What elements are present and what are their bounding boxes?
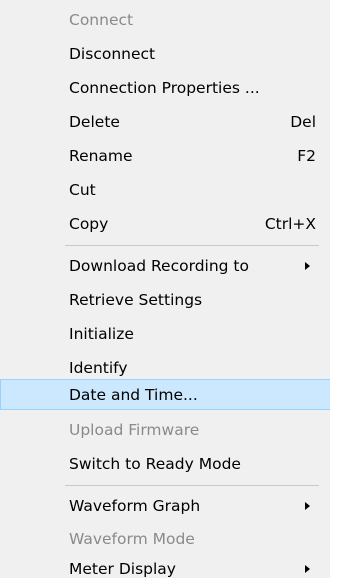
menu-item-meter-display[interactable]: Meter Display <box>0 552 330 586</box>
background <box>330 0 362 578</box>
menu-item-connection-properties[interactable]: Connection Properties ... <box>0 71 330 105</box>
submenu-arrow-icon <box>305 565 310 573</box>
menu-item-upload-firmware[interactable]: Upload Firmware <box>0 413 330 447</box>
menu-item-connect[interactable]: Connect <box>0 3 330 37</box>
menu-item-date-and-time[interactable]: Date and Time... <box>0 379 331 410</box>
menu-item-label: Date and Time... <box>69 385 198 404</box>
menu-item-waveform-mode[interactable]: Waveform Mode <box>0 522 330 556</box>
shortcut-label: Ctrl+X <box>264 215 316 233</box>
menu-item-label: Identify <box>69 359 128 377</box>
shortcut-label: F2 <box>297 147 316 165</box>
menu-item-label: Delete <box>69 113 120 131</box>
menu-item-waveform-graph[interactable]: Waveform Graph <box>0 489 330 523</box>
context-menu: Connect Disconnect Connection Properties… <box>0 0 331 578</box>
menu-item-label: Connection Properties ... <box>69 79 260 97</box>
menu-item-label: Initialize <box>69 325 134 343</box>
menu-item-label: Waveform Graph <box>69 497 201 515</box>
menu-item-label: Cut <box>69 181 96 199</box>
menu-item-label: Upload Firmware <box>69 421 200 439</box>
submenu-arrow-icon <box>305 262 310 270</box>
menu-item-label: Meter Display <box>69 560 176 578</box>
menu-item-label: Disconnect <box>69 45 156 63</box>
menu-separator <box>65 245 319 246</box>
menu-item-label: Download Recording to <box>69 257 249 275</box>
menu-item-delete[interactable]: Delete Del <box>0 105 330 139</box>
menu-item-initialize[interactable]: Initialize <box>0 317 330 351</box>
submenu-arrow-icon <box>305 502 310 510</box>
menu-item-label: Waveform Mode <box>69 530 195 548</box>
menu-item-download-recording-to[interactable]: Download Recording to <box>0 249 330 283</box>
menu-item-copy[interactable]: Copy Ctrl+X <box>0 207 330 241</box>
menu-item-label: Connect <box>69 11 134 29</box>
menu-separator <box>65 485 319 486</box>
menu-item-label: Retrieve Settings <box>69 291 203 309</box>
menu-item-cut[interactable]: Cut <box>0 173 330 207</box>
menu-item-retrieve-settings[interactable]: Retrieve Settings <box>0 283 330 317</box>
shortcut-label: Del <box>290 113 316 131</box>
menu-item-label: Copy <box>69 215 109 233</box>
menu-item-switch-to-ready-mode[interactable]: Switch to Ready Mode <box>0 447 330 481</box>
menu-item-rename[interactable]: Rename F2 <box>0 139 330 173</box>
menu-item-label: Rename <box>69 147 133 165</box>
menu-item-disconnect[interactable]: Disconnect <box>0 37 330 71</box>
menu-item-label: Switch to Ready Mode <box>69 455 241 473</box>
